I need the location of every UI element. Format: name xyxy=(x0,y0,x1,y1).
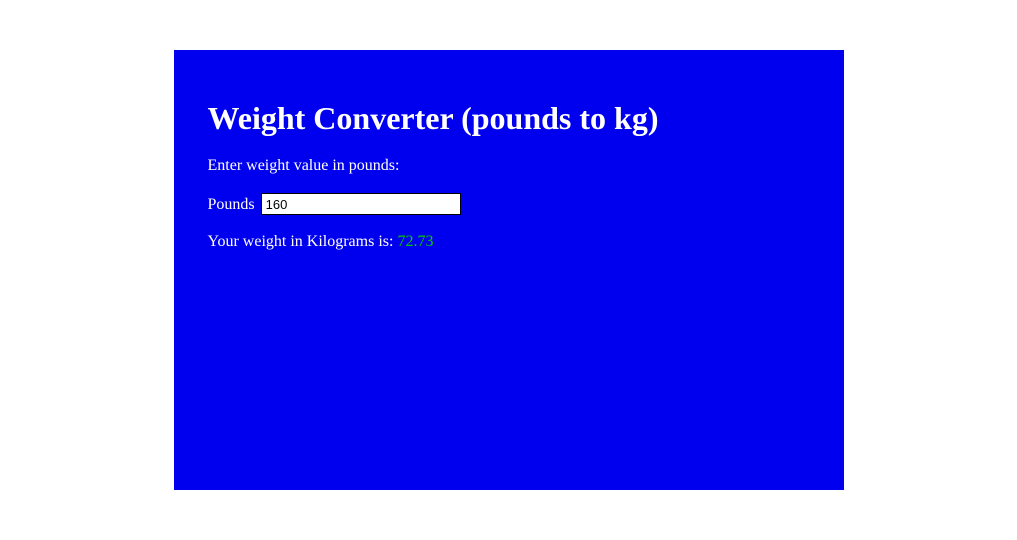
result-prefix: Your weight in Kilograms is: xyxy=(208,233,398,250)
pounds-input[interactable] xyxy=(261,193,461,215)
weight-converter-panel: Weight Converter (pounds to kg) Enter we… xyxy=(174,50,844,490)
pounds-label: Pounds xyxy=(208,196,255,213)
prompt-text: Enter weight value in pounds: xyxy=(208,157,810,175)
result-row: Your weight in Kilograms is: 72.73 xyxy=(208,233,810,251)
pounds-input-row: Pounds xyxy=(208,193,810,215)
page-title: Weight Converter (pounds to kg) xyxy=(208,100,810,137)
result-value: 72.73 xyxy=(397,233,433,250)
